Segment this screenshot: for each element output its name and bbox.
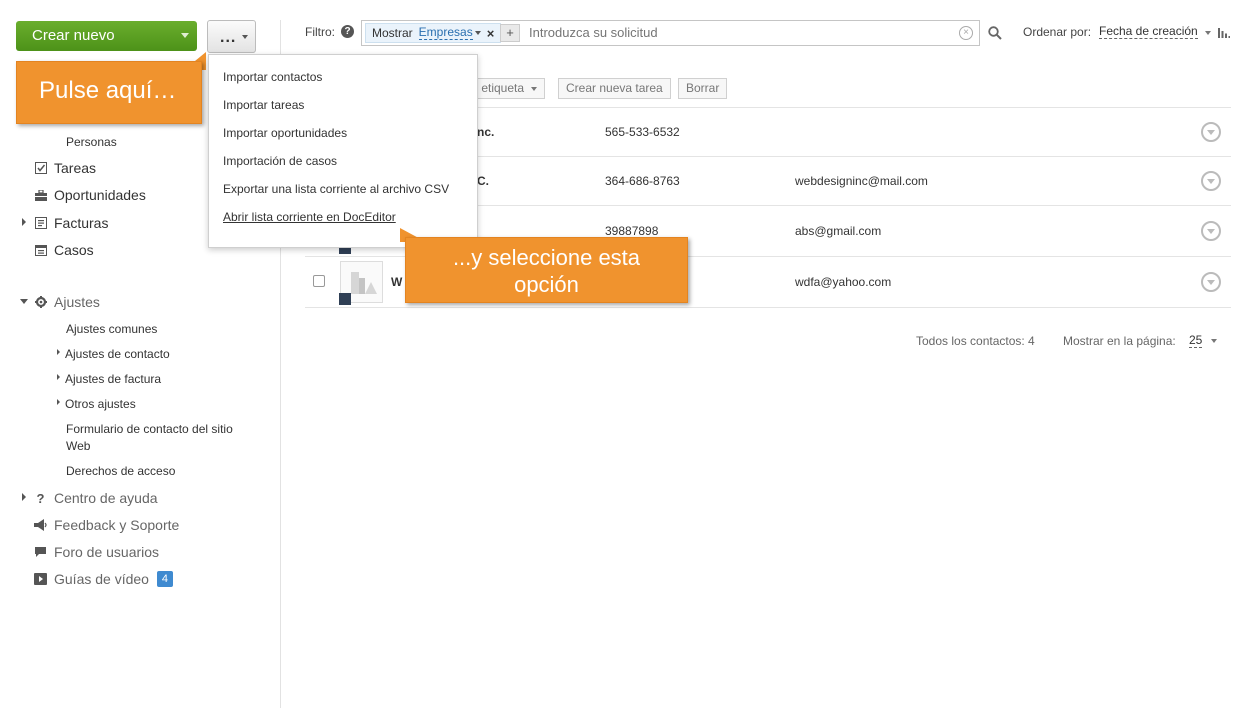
new-task-button[interactable]: Crear nueva tarea <box>558 78 671 99</box>
sidebar-item-label: Oportunidades <box>54 187 146 203</box>
expand-arrow-icon[interactable] <box>22 218 26 226</box>
sidebar-item-label: Guías de vídeo <box>54 571 149 587</box>
more-actions-button[interactable]: ... <box>207 20 256 53</box>
per-page-select[interactable]: 25 <box>1189 334 1203 348</box>
filter-chip-value[interactable]: Empresas <box>418 26 473 40</box>
more-dots: ... <box>220 29 237 46</box>
sidebar-subitem-ajustes-contacto[interactable]: Ajustes de contacto <box>65 346 170 362</box>
per-page-label: Mostrar en la página: <box>1063 334 1176 348</box>
sort-value[interactable]: Fecha de creación <box>1099 25 1198 39</box>
sidebar-item-label: Ajustes <box>54 294 100 310</box>
invoice-icon <box>34 217 47 230</box>
more-actions-menu: Importar contactos Importar tareas Impor… <box>208 54 478 248</box>
search-icon[interactable] <box>988 26 1002 43</box>
chevron-down-icon <box>242 35 248 39</box>
filter-label: Filtro: <box>305 25 335 39</box>
row-menu-button[interactable] <box>1201 171 1221 191</box>
tag-button-label: r etiqueta <box>474 81 525 95</box>
sidebar-item-label: Foro de usuarios <box>54 544 160 560</box>
sidebar-item-ajustes[interactable]: Ajustes <box>34 293 100 311</box>
collapse-arrow-icon[interactable] <box>20 299 28 304</box>
filter-chip-prefix: Mostrar <box>372 26 413 40</box>
delete-button[interactable]: Borrar <box>678 78 728 99</box>
menu-item-import-opportunities[interactable]: Importar oportunidades <box>223 126 347 140</box>
menu-item-import-tasks[interactable]: Importar tareas <box>223 98 304 112</box>
filter-chip[interactable]: Mostrar Empresas × <box>365 23 502 43</box>
megaphone-icon <box>34 519 47 532</box>
gear-icon <box>34 296 47 309</box>
email[interactable]: webdesigninc@mail.com <box>795 174 928 188</box>
phone: 565-533-6532 <box>605 125 680 139</box>
chevron-down-icon[interactable] <box>1205 31 1211 35</box>
edit-icon[interactable] <box>339 293 351 305</box>
sidebar-item-feedback[interactable]: Feedback y Soporte <box>34 516 179 534</box>
sort-label: Ordenar por: <box>1023 25 1092 39</box>
sidebar-subitem-otros-ajustes[interactable]: Otros ajustes <box>65 396 136 412</box>
sidebar-item-facturas[interactable]: Facturas <box>34 214 108 232</box>
filter-box: Mostrar Empresas × + × <box>361 20 980 46</box>
cases-icon <box>34 244 47 257</box>
help-icon[interactable]: ? <box>341 25 354 38</box>
row-menu-button[interactable] <box>1201 221 1221 241</box>
expand-arrow-icon[interactable] <box>22 493 26 501</box>
menu-item-open-doceditor[interactable]: Abrir lista corriente en DocEditor <box>223 210 396 224</box>
email[interactable]: wdfa@yahoo.com <box>795 275 891 289</box>
email[interactable]: abs@gmail.com <box>795 224 881 238</box>
sidebar-item-label: Casos <box>54 242 94 258</box>
sort-order-icon[interactable] <box>1218 27 1230 41</box>
menu-item-import-cases[interactable]: Importación de casos <box>223 154 337 168</box>
sidebar-subitem-derechos-acceso[interactable]: Derechos de acceso <box>66 463 175 479</box>
company-name[interactable]: C. <box>477 174 489 188</box>
company-name[interactable]: W <box>391 275 402 289</box>
company-name[interactable]: nc. <box>477 125 494 139</box>
total-contacts: Todos los contactos: 4 <box>916 334 1035 348</box>
expand-arrow-icon[interactable] <box>57 374 60 380</box>
sidebar-item-oportunidades[interactable]: Oportunidades <box>34 186 146 204</box>
question-icon: ? <box>36 490 45 506</box>
sidebar-item-label: Facturas <box>54 215 109 231</box>
callout-line: opción <box>514 272 579 297</box>
menu-item-import-contacts[interactable]: Importar contactos <box>223 70 322 84</box>
sidebar-subitem-ajustes-comunes[interactable]: Ajustes comunes <box>66 321 157 337</box>
phone: 364-686-8763 <box>605 174 680 188</box>
checkbox-icon <box>34 162 47 175</box>
close-icon[interactable]: × <box>487 26 495 41</box>
row-divider <box>305 307 1231 308</box>
sidebar-subitem-formulario-line1[interactable]: Formulario de contacto del sitio <box>66 421 233 437</box>
chevron-down-icon <box>531 86 538 91</box>
chevron-down-icon[interactable] <box>1211 339 1217 343</box>
sidebar-item-personas[interactable]: Personas <box>66 134 117 150</box>
menu-item-export-csv[interactable]: Exportar una lista corriente al archivo … <box>223 182 449 196</box>
sidebar-item-label: Tareas <box>54 160 97 176</box>
sidebar-item-label: Feedback y Soporte <box>54 517 180 533</box>
sidebar-item-foro[interactable]: Foro de usuarios <box>34 543 159 561</box>
create-new-button[interactable]: Crear nuevo <box>16 21 197 51</box>
count-badge: 4 <box>156 571 173 587</box>
chevron-down-icon <box>181 33 189 38</box>
callout-click-here: Pulse aquí… <box>16 61 202 124</box>
expand-arrow-icon[interactable] <box>57 399 60 405</box>
sidebar-item-centro-ayuda[interactable]: ? Centro de ayuda <box>34 489 158 507</box>
sidebar-item-casos[interactable]: Casos <box>34 241 94 259</box>
row-checkbox[interactable] <box>313 275 325 287</box>
expand-arrow-icon[interactable] <box>57 349 60 355</box>
callout-line: ...y seleccione esta <box>452 245 641 270</box>
add-filter-button[interactable]: + <box>500 24 520 42</box>
sidebar-item-guias-video[interactable]: Guías de vídeo 4 <box>34 570 173 588</box>
phone: 39887898 <box>605 224 659 238</box>
clear-icon[interactable]: × <box>959 26 973 40</box>
callout-select-option: ...y seleccione esta opción <box>405 237 688 303</box>
chat-bubble-icon <box>34 546 47 559</box>
row-menu-button[interactable] <box>1201 122 1221 142</box>
briefcase-icon <box>34 189 47 202</box>
row-menu-button[interactable] <box>1201 272 1221 292</box>
sidebar-item-tareas[interactable]: Tareas <box>34 159 96 177</box>
search-input[interactable] <box>529 25 949 40</box>
create-new-label: Crear nuevo <box>32 27 115 44</box>
sidebar-subitem-ajustes-factura[interactable]: Ajustes de factura <box>65 371 161 387</box>
chevron-down-icon <box>474 31 481 35</box>
sidebar-item-label: Centro de ayuda <box>54 490 158 506</box>
video-play-icon <box>34 573 47 586</box>
sidebar-subitem-formulario-line2[interactable]: Web <box>66 438 90 454</box>
